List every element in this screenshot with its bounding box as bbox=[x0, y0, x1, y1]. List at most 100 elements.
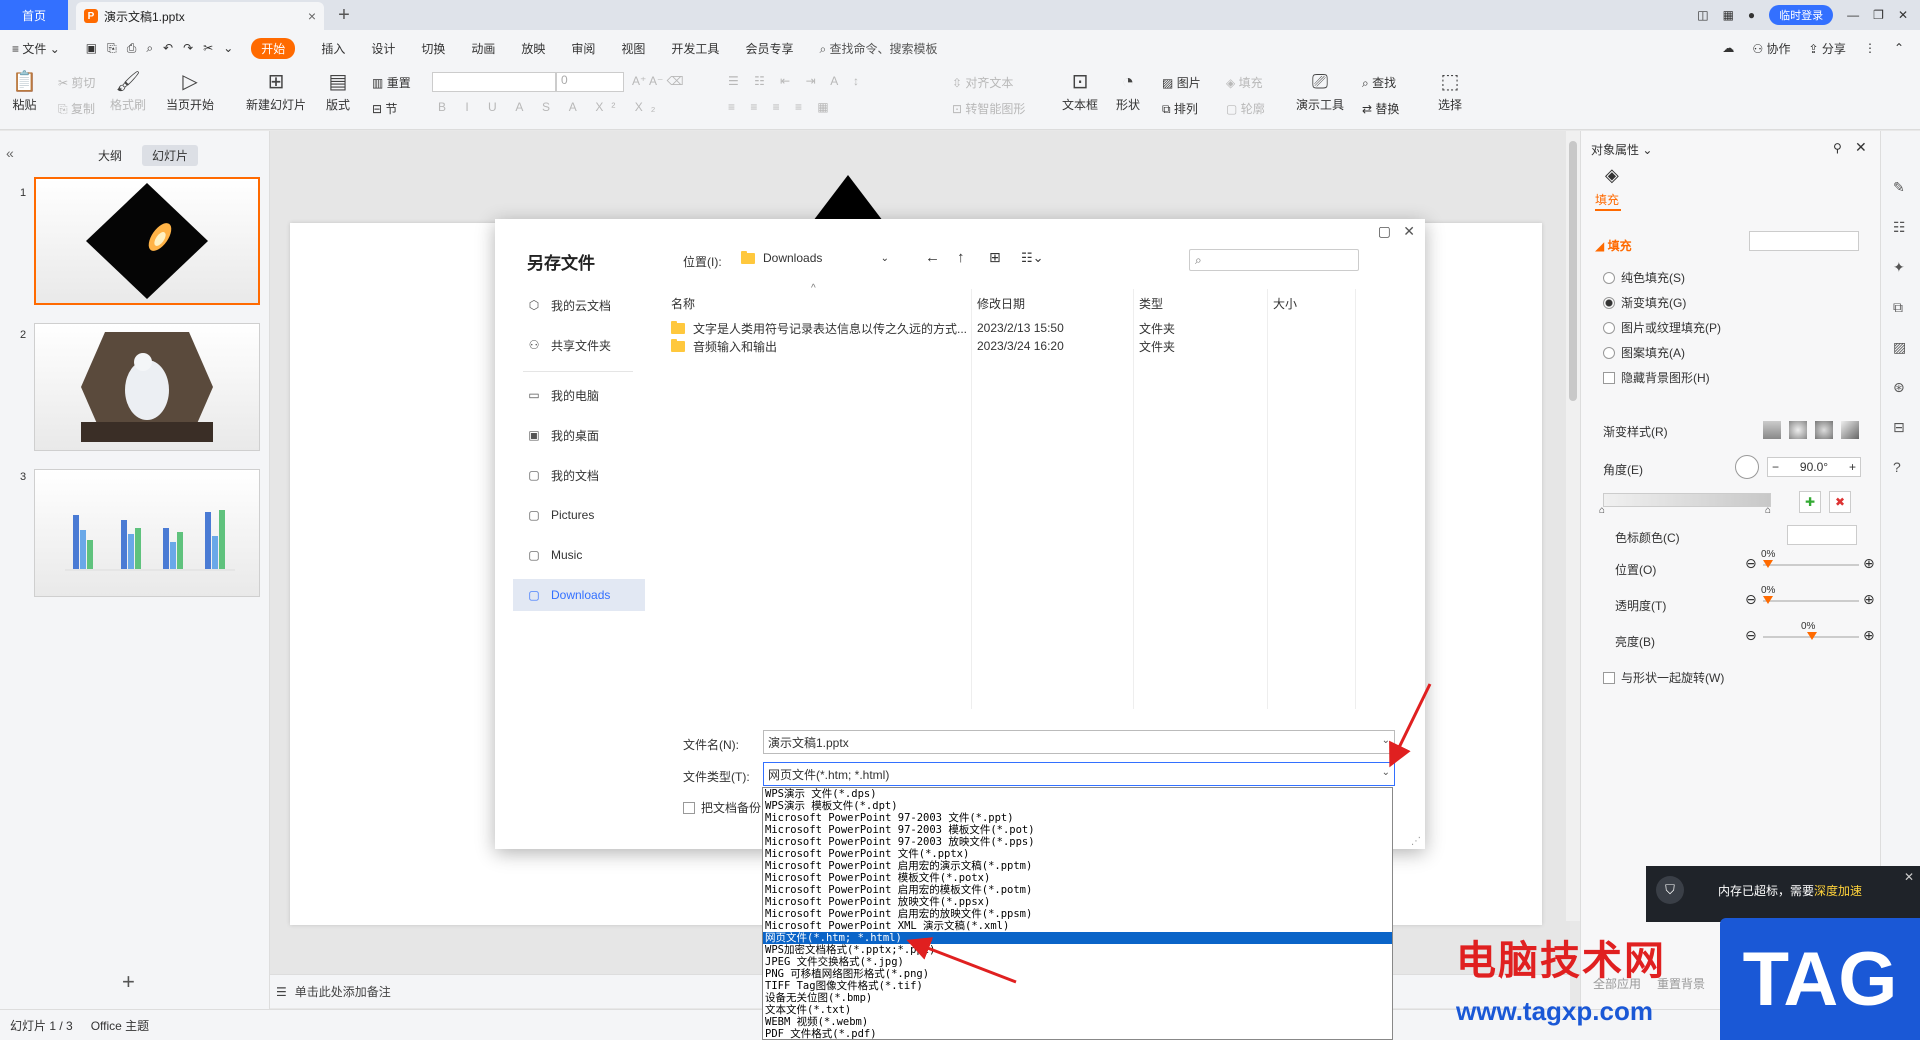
fill-button[interactable]: ◈ 填充 bbox=[1226, 74, 1263, 91]
book-icon[interactable]: ⊟ bbox=[1893, 407, 1906, 447]
add-slide-icon[interactable]: + bbox=[122, 969, 135, 995]
locate-icon[interactable]: ⊛ bbox=[1893, 367, 1906, 407]
theme-name[interactable]: Office 主题 bbox=[91, 1017, 149, 1034]
add-stop-icon[interactable]: ✚ bbox=[1799, 491, 1821, 513]
grow-font-icon[interactable]: A⁺ A⁻ ⌫ bbox=[632, 74, 684, 88]
decrease-icon[interactable]: − bbox=[1772, 460, 1779, 474]
print-icon[interactable]: ⎙ bbox=[127, 42, 137, 54]
increase-position-icon[interactable]: ⊕ bbox=[1863, 555, 1875, 572]
section-button[interactable]: ⊟ 节 bbox=[372, 100, 397, 117]
animation-icon[interactable]: ✦ bbox=[1893, 247, 1906, 287]
layout-icon[interactable]: ◫ bbox=[1697, 9, 1708, 21]
gradient-style-presets[interactable] bbox=[1763, 421, 1859, 439]
solid-fill-option[interactable]: 纯色填充(S) bbox=[1603, 269, 1685, 286]
menu-home[interactable]: 开始 bbox=[251, 37, 296, 59]
file-row[interactable]: 音频输入和输出 2023/3/24 16:20 文件夹 bbox=[671, 337, 1241, 355]
pattern-fill-option[interactable]: 图案填充(A) bbox=[1603, 344, 1685, 361]
stop-color-select[interactable] bbox=[1787, 525, 1857, 545]
copy-slide-icon[interactable]: ⧉ bbox=[1893, 287, 1906, 327]
chevron-down-icon[interactable]: ⌄ bbox=[1382, 767, 1390, 778]
menu-member[interactable]: 会员专享 bbox=[745, 40, 793, 57]
slide-thumbnail-1[interactable] bbox=[34, 177, 260, 305]
tab-home[interactable]: 首页 bbox=[0, 0, 68, 30]
view-mode-icon[interactable]: ☷⌄ bbox=[1021, 250, 1044, 266]
nav-shared-folder[interactable]: ⚇ 共享文件夹 bbox=[513, 329, 645, 361]
decrease-brightness-icon[interactable]: ⊖ bbox=[1745, 627, 1757, 644]
export-icon[interactable]: ⎘ bbox=[107, 42, 117, 54]
menu-insert[interactable]: 插入 bbox=[321, 40, 345, 57]
menu-slideshow[interactable]: 放映 bbox=[521, 40, 545, 57]
close-tab-icon[interactable]: × bbox=[308, 8, 316, 24]
save-icon[interactable]: ▣ bbox=[86, 42, 97, 54]
filetype-option[interactable]: Microsoft PowerPoint 放映文件(*.ppsx) bbox=[763, 896, 1392, 908]
transparency-slider[interactable] bbox=[1763, 596, 1859, 604]
filetype-option[interactable]: WEBM 视频(*.webm) bbox=[763, 1016, 1392, 1028]
menu-review[interactable]: 审阅 bbox=[571, 40, 595, 57]
gradient-rect-icon[interactable] bbox=[1815, 421, 1833, 439]
chevron-down-icon[interactable]: ⌄ bbox=[1382, 735, 1390, 746]
share-button[interactable]: ⇪ 分享 bbox=[1809, 40, 1846, 57]
apps-grid-icon[interactable]: ▦ bbox=[1723, 9, 1734, 21]
tab-outline[interactable]: 大纲 bbox=[88, 145, 132, 166]
preview-icon[interactable]: ⌕ bbox=[146, 42, 153, 54]
filetype-option[interactable]: Microsoft PowerPoint 启用宏的模板文件(*.potm) bbox=[763, 884, 1392, 896]
gradient-fill-option[interactable]: 渐变填充(G) bbox=[1603, 294, 1686, 311]
minimize-icon[interactable]: — bbox=[1847, 9, 1859, 21]
column-type[interactable]: 类型 bbox=[1139, 295, 1163, 312]
arrange-button[interactable]: ⧉ 排列 bbox=[1162, 100, 1198, 117]
gradient-path-icon[interactable] bbox=[1841, 421, 1859, 439]
filetype-select[interactable]: 网页文件(*.htm; *.html) ⌄ bbox=[763, 762, 1395, 786]
nav-my-documents[interactable]: ▢ 我的文档 bbox=[513, 459, 645, 491]
back-icon[interactable]: ← bbox=[925, 249, 940, 266]
menu-animation[interactable]: 动画 bbox=[471, 40, 495, 57]
pin-icon[interactable]: ⚲ bbox=[1833, 141, 1842, 155]
delete-stop-icon[interactable]: ✖ bbox=[1829, 491, 1851, 513]
slider-knob[interactable] bbox=[1807, 632, 1817, 640]
filetype-option[interactable]: 文本文件(*.txt) bbox=[763, 1004, 1392, 1016]
gradient-radial-icon[interactable] bbox=[1789, 421, 1807, 439]
help-icon[interactable]: ? bbox=[1893, 447, 1906, 487]
cut-button[interactable]: ✂ 剪切 bbox=[58, 74, 95, 91]
filetype-option[interactable]: Microsoft PowerPoint 97-2003 放映文件(*.pps) bbox=[763, 836, 1392, 848]
filetype-option[interactable]: PDF 文件格式(*.pdf) bbox=[763, 1028, 1392, 1039]
slide-diamond-shape[interactable] bbox=[810, 175, 886, 225]
slider-knob[interactable] bbox=[1763, 560, 1773, 568]
increase-brightness-icon[interactable]: ⊕ bbox=[1863, 627, 1875, 644]
picture-fill-option[interactable]: 图片或纹理填充(P) bbox=[1603, 319, 1721, 336]
filetype-option[interactable]: Microsoft PowerPoint 启用宏的放映文件(*.ppsm) bbox=[763, 908, 1392, 920]
outline-button[interactable]: ▢ 轮廓 bbox=[1226, 100, 1265, 117]
nav-cloud-docs[interactable]: ⬡ 我的云文档 bbox=[513, 289, 645, 321]
properties-icon[interactable]: ☷ bbox=[1893, 207, 1906, 247]
clear-format-icon[interactable]: ✂ bbox=[203, 42, 213, 54]
nav-my-computer[interactable]: ▭ 我的电脑 bbox=[513, 379, 645, 411]
select-button[interactable]: ⬚ 选择 bbox=[1438, 72, 1462, 113]
avatar[interactable]: ● bbox=[1748, 9, 1755, 21]
presentation-tools-button[interactable]: ⎚ 演示工具 bbox=[1296, 72, 1344, 113]
menu-transitions[interactable]: 切换 bbox=[421, 40, 445, 57]
textbox-button[interactable]: ⊡ 文本框 bbox=[1062, 72, 1098, 113]
filetype-option[interactable]: 网页文件(*.htm; *.html) bbox=[763, 932, 1392, 944]
gradient-stop-left[interactable]: ⌂ bbox=[1599, 505, 1605, 516]
more-icon[interactable]: ⋮ bbox=[1864, 42, 1876, 54]
angle-value[interactable]: 90.0° bbox=[1800, 460, 1828, 474]
style-icon[interactable]: ✎ bbox=[1893, 167, 1906, 207]
brightness-slider[interactable] bbox=[1763, 632, 1859, 640]
filetype-option[interactable]: Microsoft PowerPoint XML 演示文稿(*.xml) bbox=[763, 920, 1392, 932]
filetype-option[interactable]: WPS演示 文件(*.dps) bbox=[763, 788, 1392, 800]
filetype-option[interactable]: Microsoft PowerPoint 文件(*.pptx) bbox=[763, 848, 1392, 860]
increase-icon[interactable]: + bbox=[1849, 460, 1856, 474]
nav-downloads[interactable]: ▢ Downloads bbox=[513, 579, 645, 611]
customize-icon[interactable]: ⌄ bbox=[223, 42, 233, 54]
gradient-stop-right[interactable]: ⌂ bbox=[1765, 505, 1771, 516]
collapse-panel-icon[interactable]: « bbox=[6, 145, 14, 161]
filename-input[interactable]: 演示文稿1.pptx ⌄ bbox=[763, 730, 1395, 754]
resize-grip-icon[interactable]: ⋰ bbox=[1411, 836, 1421, 847]
filetype-option[interactable]: WPS演示 模板文件(*.dpt) bbox=[763, 800, 1392, 812]
scrollbar-thumb[interactable] bbox=[1569, 141, 1577, 401]
angle-dial[interactable] bbox=[1735, 455, 1759, 479]
filetype-option[interactable]: Microsoft PowerPoint 97-2003 模板文件(*.pot) bbox=[763, 824, 1392, 836]
align-text-button[interactable]: ⇳ 对齐文本 bbox=[952, 74, 1013, 91]
filetype-option[interactable]: 设备无关位图(*.bmp) bbox=[763, 992, 1392, 1004]
slide-thumbnail-2[interactable] bbox=[34, 323, 260, 451]
shape-button[interactable]: ◔ 形状 bbox=[1116, 72, 1140, 113]
